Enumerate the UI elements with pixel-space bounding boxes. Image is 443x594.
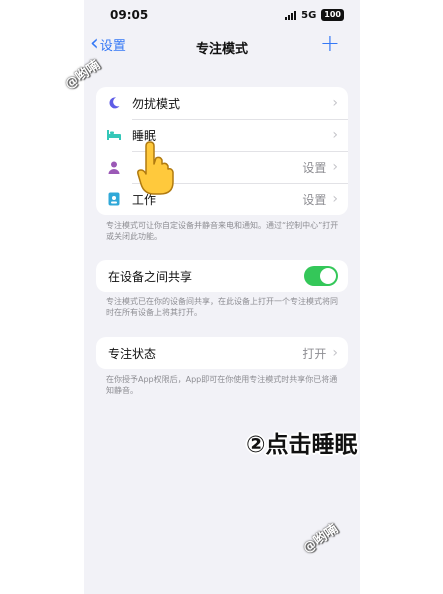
badge-icon [96,192,132,206]
share-label: 在设备之间共享 [108,269,193,284]
focus-mode-do-not-disturb[interactable]: 勿扰模式 › [96,87,348,119]
focus-mode-value: 设置 [302,160,327,175]
add-focus-button[interactable]: + [320,31,340,55]
chevron-right-icon: › [332,345,338,361]
focus-mode-label: 勿扰模式 [132,96,181,111]
focus-status-row[interactable]: 专注状态 打开 › [96,337,348,369]
network-label: 5G [301,9,317,21]
person-icon [96,161,132,174]
moon-icon [96,96,132,110]
focus-status-footnote: 在你授予App权限后，App即可在你使用专注模式时共享你已将通知静音。 [106,375,338,395]
share-toggle[interactable] [304,266,338,286]
share-footnote: 专注模式已在你的设备间共享，在此设备上打开一个专注模式将同时在所有设备上将其打开… [106,297,338,317]
step-annotation: ②点击睡眠 [246,432,358,458]
share-across-devices-group: 在设备之间共享 [96,260,348,292]
signal-icon [285,10,297,20]
status-time: 09:05 [110,8,149,22]
focus-status-group: 专注状态 打开 › [96,337,348,369]
share-across-devices-row: 在设备之间共享 [96,260,348,292]
chevron-right-icon: › [332,159,338,175]
focus-modes-footnote: 专注模式可让你自定设备并静音来电和通知。通过“控制中心”打开或关闭此功能。 [106,221,339,241]
focus-mode-value: 设置 [302,192,327,207]
chevron-right-icon: › [332,127,338,143]
battery-icon: 100 [321,9,344,21]
phone-screen: 09:05 5G 100 ‹ 设置 专注模式 + 勿扰模式 › 睡眠 › 设置 … [84,0,360,594]
focus-status-label: 专注状态 [108,346,157,361]
focus-status-value: 打开 [302,346,327,361]
bed-icon [96,129,132,141]
status-indicators: 5G 100 [285,9,344,21]
pointing-hand-icon [132,140,178,200]
chevron-right-icon: › [332,95,338,111]
toggle-knob [320,268,336,284]
page-title: 专注模式 [195,42,248,57]
chevron-right-icon: › [332,191,338,207]
